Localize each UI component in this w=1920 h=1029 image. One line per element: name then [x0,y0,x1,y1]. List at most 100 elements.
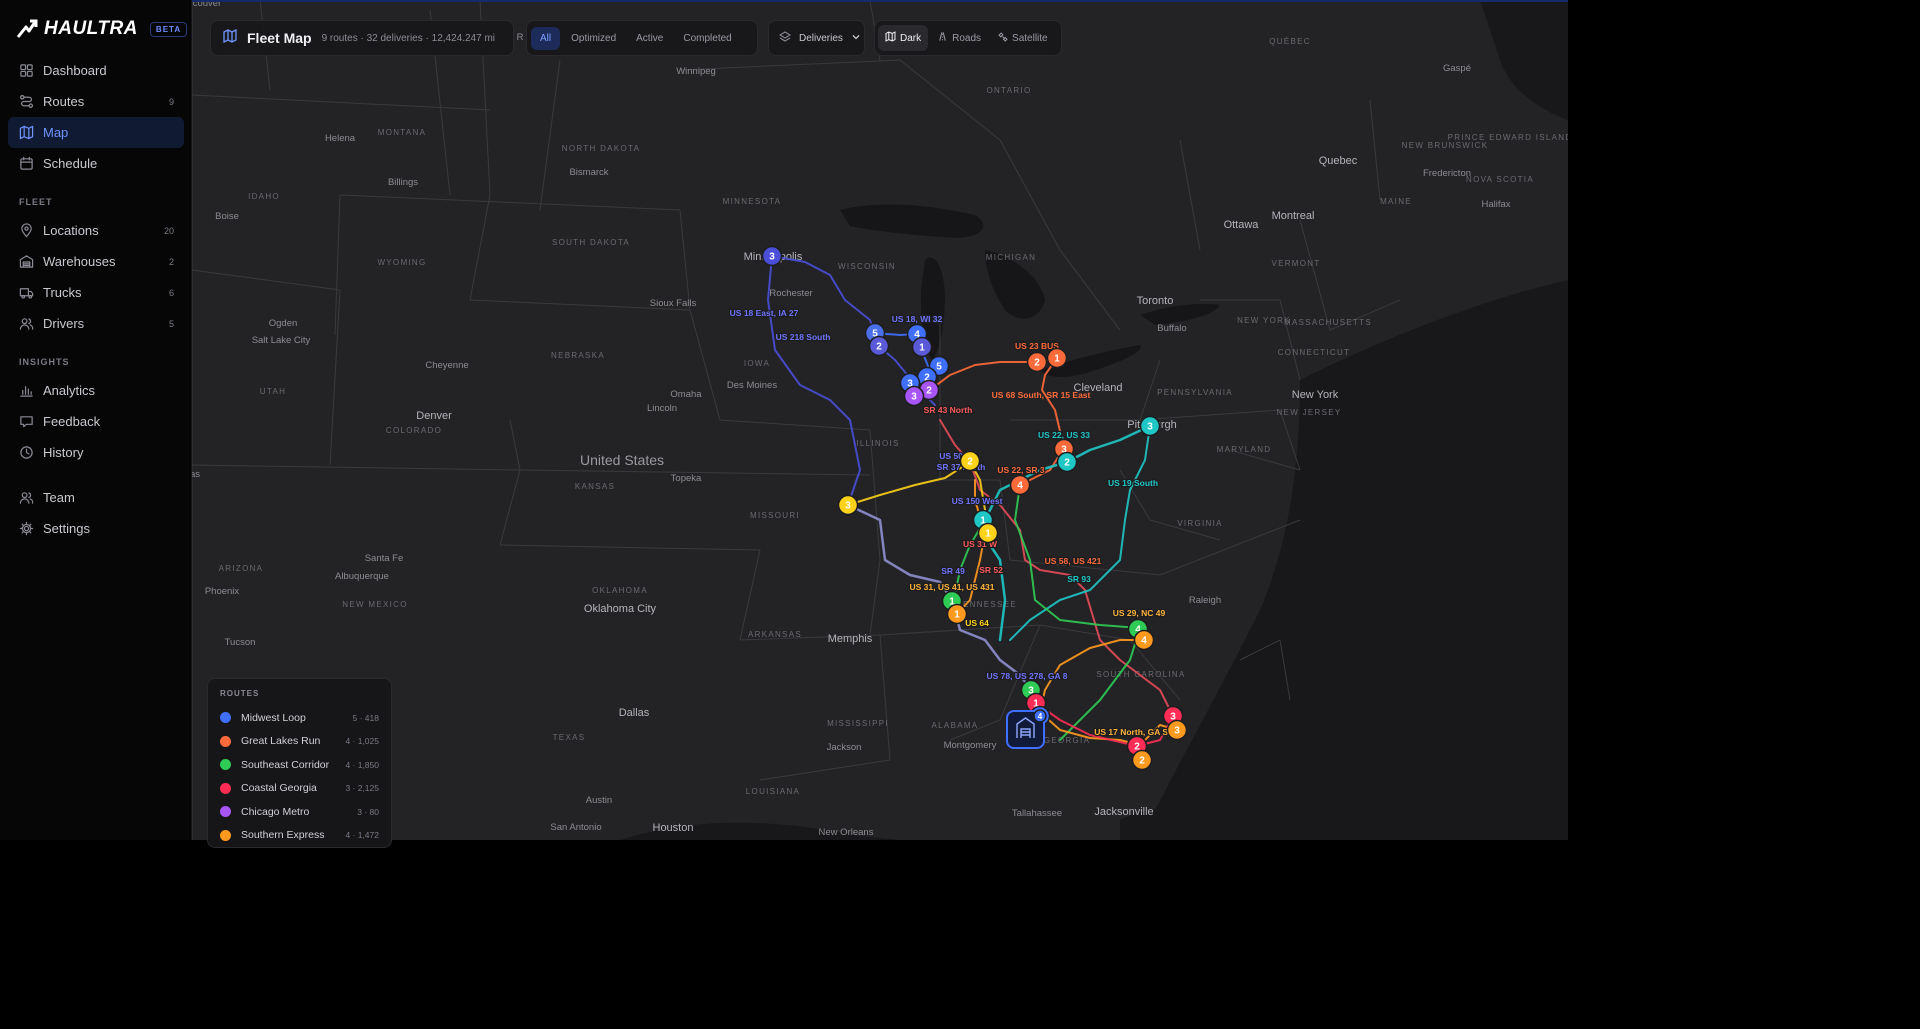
legend-item[interactable]: Great Lakes Run 4 · 1,025 [220,730,379,754]
city-label: Phoenix [205,586,240,597]
sidebar-item-team[interactable]: Team [8,482,184,513]
delivery-marker[interactable]: 1 [911,336,933,358]
route-label: US 50 [939,451,963,461]
city-label: Omaha [670,389,702,400]
state-label: COLORADO [386,426,442,435]
sidebar-item-count: 5 [168,318,174,329]
sidebar-item-dashboard[interactable]: Dashboard [8,55,184,86]
country-label: United States [580,452,664,468]
sidebar-item-map[interactable]: Map [8,117,184,148]
delivery-marker[interactable]: 3 [1139,415,1161,437]
filter-chip-completed[interactable]: Completed [674,27,740,50]
route-color-dot [220,759,231,771]
route-stats: 4 · 1,850 [345,759,379,770]
legend-item[interactable]: Southeast Corridor 4 · 1,850 [220,753,379,777]
map-style-satellite-icon [997,31,1008,45]
nav-section-fleet_title: FLEET [19,197,53,207]
calendar-icon [18,156,34,172]
state-label: NEW MEXICO [342,600,407,609]
delivery-marker[interactable]: 3 [903,385,925,407]
delivery-marker[interactable]: 4 [1009,474,1031,496]
delivery-marker[interactable]: 3 [837,494,859,516]
state-label: QUÉBEC [1269,37,1311,46]
state-label: IDAHO [248,192,280,201]
routes-legend: ROUTES Midwest Loop 5 · 418 Great Lakes Ru… [207,678,392,848]
sidebar-item-drivers[interactable]: Drivers 5 [8,308,184,339]
map-canvas[interactable]: MONTANA NORTH DAKOTA MINNESOTA WISCONSIN MIC… [192,0,1568,840]
legend-item[interactable]: Southern Express 4 · 1,472 [220,824,379,848]
top-progress-line [192,0,1568,2]
map-style-satellite[interactable]: Satellite [990,25,1055,51]
sidebar-item-settings[interactable]: Settings [8,513,184,544]
legend-item[interactable]: Midwest Loop 5 · 418 [220,706,379,730]
sidebar-item-label: Feedback [43,414,101,429]
state-label: TEXAS [553,733,586,742]
state-label: GEORGIA [1044,736,1090,745]
city-label: Buffalo [1157,323,1186,334]
svg-text:4: 4 [1017,481,1023,492]
route-color-dot [220,782,231,794]
layer-dropdown[interactable]: Deliveries [768,20,865,56]
delivery-marker[interactable]: 2 [1131,749,1153,771]
city-label: Salt Lake City [252,335,311,346]
brand-logo[interactable]: HAULTRA BETA [16,18,188,40]
map-style-label: Dark [900,32,922,44]
state-label: IOWA [744,359,770,368]
state-label: VIRGINIA [1177,519,1223,528]
map-style-dark[interactable]: Dark [878,25,929,51]
map-style-roads[interactable]: Roads [930,25,988,51]
city-label: Oklahoma City [584,603,657,615]
filter-chip-optimized[interactable]: Optimized [562,27,625,50]
sidebar-item-feedback[interactable]: Feedback [8,406,184,437]
sidebar-item-label: Locations [43,223,99,238]
route-stats: 4 · 1,025 [345,736,379,747]
delivery-marker[interactable]: 2 [868,335,890,357]
delivery-marker[interactable]: 4 [1133,629,1155,651]
sidebar-item-locations[interactable]: Locations 20 [8,215,184,246]
warehouse-marker[interactable]: 4 [1006,709,1047,749]
map-title-panel: Fleet Map 9 routes · 32 deliveries · 12,… [210,20,514,56]
sidebar-item-schedule[interactable]: Schedule [8,148,184,179]
layer-dropdown-value: Deliveries [799,32,843,44]
sidebar-item-routes[interactable]: Routes 9 [8,86,184,117]
status-filter-group: All Optimized Active Completed [526,20,758,56]
delivery-marker[interactable]: 3 [1166,719,1188,741]
sidebar-item-warehouses[interactable]: Warehouses 2 [8,246,184,277]
sidebar-item-history[interactable]: History [8,437,184,468]
city-label: Tucson [225,637,256,648]
city-label: Sioux Falls [650,298,697,309]
state-label: MICHIGAN [986,253,1036,262]
state-label: ENNESSEE [963,600,1017,609]
gear-icon [18,521,34,537]
legend-item[interactable]: Chicago Metro 3 · 80 [220,800,379,824]
sidebar-item-label: Analytics [43,383,96,398]
route-label: US 150 West [952,496,1003,506]
state-label: ARIZONA [219,564,264,573]
sidebar-item-trucks[interactable]: Trucks 6 [8,277,184,308]
filter-chip-all[interactable]: All [531,26,561,50]
sidebar-item-analytics[interactable]: Analytics [8,375,184,406]
delivery-marker[interactable]: 1 [977,522,999,544]
delivery-marker[interactable]: 1 [1046,347,1068,369]
sidebar-item-label: Routes [43,94,85,109]
svg-text:2: 2 [1139,756,1145,767]
delivery-marker[interactable]: 3 [761,245,783,267]
city-label: Memphis [828,633,873,645]
state-label: PRINCE EDWARD ISLAND [1448,133,1568,142]
city-label: New York [1292,389,1339,401]
filter-chip-active[interactable]: Active [627,27,672,50]
svg-text:3: 3 [1174,726,1180,737]
svg-text:1: 1 [954,610,960,621]
legend-item[interactable]: Coastal Georgia 3 · 2,125 [220,777,379,801]
sidebar-item-count: 2 [168,256,174,267]
delivery-marker[interactable]: 1 [946,603,968,625]
sidebar-item-count: 6 [168,287,174,298]
state-label: PENNSYLVANIA [1157,388,1233,397]
city-label: San Antonio [550,822,601,833]
delivery-marker[interactable]: 2 [1026,351,1048,373]
delivery-marker[interactable]: 2 [959,450,981,472]
map-layer[interactable]: MONTANA NORTH DAKOTA MINNESOTA WISCONSIN MIC… [192,0,1568,840]
logo-arrow-icon [16,19,38,38]
state-label: ARKANSAS [748,630,802,639]
delivery-marker[interactable]: 2 [1056,451,1078,473]
